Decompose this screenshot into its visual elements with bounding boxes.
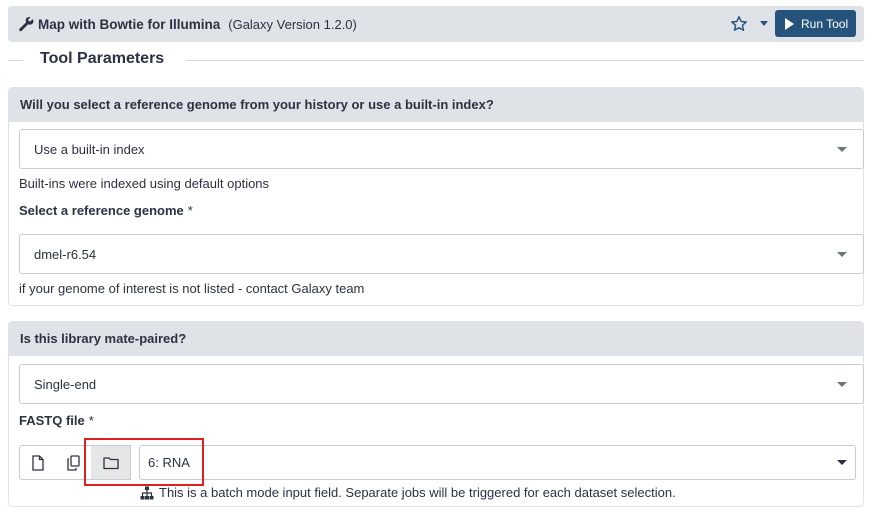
chevron-down-icon [837,252,847,257]
chevron-down-icon [837,382,847,387]
fastq-file-label: FASTQ file * [19,413,94,428]
file-icon [31,454,44,471]
tool-header: Map with Bowtie for Illumina (Galaxy Ver… [8,6,864,42]
section-title: Tool Parameters [40,50,165,67]
tool-version: (Galaxy Version 1.2.0) [228,16,357,32]
single-dataset-button[interactable] [19,445,56,480]
library-type-value: Single-end [34,376,97,392]
builtin-help-text: Built-ins were indexed using default opt… [19,176,270,191]
chevron-down-icon[interactable] [760,21,768,26]
library-question: Is this library mate-paired? [9,321,863,356]
reference-genome-select[interactable]: dmel-r6.54 [19,234,864,274]
reference-question: Will you select a reference genome from … [9,87,863,122]
wrench-icon [19,16,34,32]
reference-genome-value: dmel-r6.54 [34,246,97,262]
fastq-file-label-text: FASTQ file [19,413,85,428]
divider [8,60,23,61]
run-tool-label: Run Tool [801,16,849,31]
chevron-down-icon [837,147,847,152]
highlight-box [84,438,204,486]
section-heading: Tool Parameters [8,48,864,72]
reference-source-value: Use a built-in index [34,141,145,157]
library-type-select[interactable]: Single-end [19,364,864,404]
reference-genome-label-text: Select a reference genome [19,203,184,218]
reference-source-select[interactable]: Use a built-in index [19,129,864,169]
fastq-dataset-select[interactable]: 6: RNA [139,445,856,480]
genome-help-text: if your genome of interest is not listed… [19,281,365,296]
sitemap-icon [140,486,154,499]
required-marker: * [88,413,94,428]
divider [186,60,864,61]
reference-genome-label: Select a reference genome * [19,203,193,218]
batch-mode-note: This is a batch mode input field. Separa… [140,485,676,500]
tool-title: Map with Bowtie for Illumina [38,16,221,32]
copy-icon [66,454,80,471]
play-icon [785,17,794,30]
run-tool-button[interactable]: Run Tool [775,10,856,37]
star-icon[interactable] [730,15,748,33]
batch-mode-text: This is a batch mode input field. Separa… [159,485,676,500]
chevron-down-icon [837,460,847,465]
required-marker: * [187,203,193,218]
